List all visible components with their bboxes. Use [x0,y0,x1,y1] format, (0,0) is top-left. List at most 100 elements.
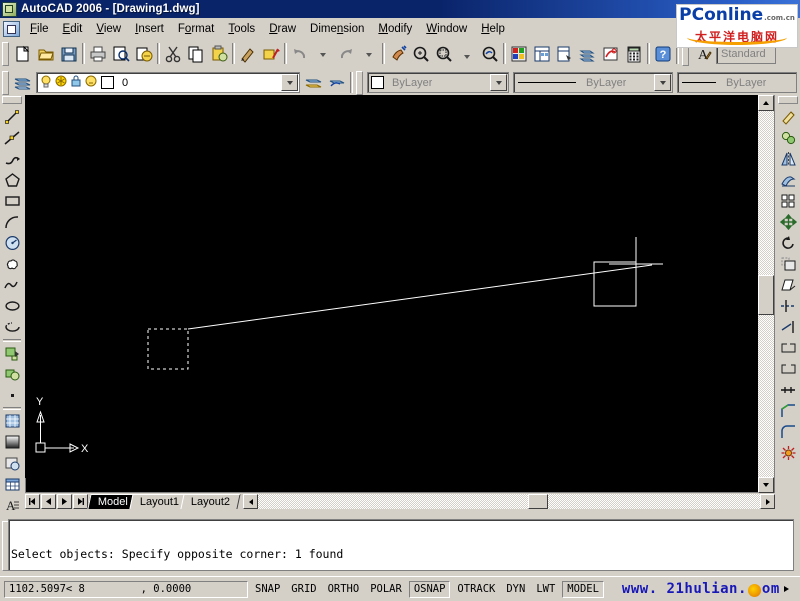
menu-format[interactable]: Format [171,21,221,37]
publish-button[interactable] [132,42,155,65]
next-tab-button[interactable] [57,494,72,509]
save-button[interactable] [57,42,80,65]
layer-previous-button[interactable] [302,71,325,94]
offset-tool[interactable] [777,169,799,190]
chamfer-tool[interactable] [777,400,799,421]
redo-button[interactable] [334,42,357,65]
help-button[interactable]: ? [651,42,674,65]
tool-palettes-button[interactable] [553,42,576,65]
command-history[interactable]: Select objects: Specify opposite corner:… [8,519,794,571]
hscroll-track[interactable] [258,494,760,509]
rotate-tool[interactable] [777,232,799,253]
multiline-text-tool[interactable]: A [1,494,23,515]
last-tab-button[interactable] [73,494,88,509]
otrack-toggle[interactable]: OTRACK [453,581,499,598]
ortho-toggle[interactable]: ORTHO [324,581,364,598]
document-control-icon[interactable] [3,20,20,37]
insert-block-tool[interactable] [1,342,23,363]
arc-tool[interactable] [1,211,23,232]
linetype-control-combo[interactable]: ByLayer [513,72,673,93]
construction-line-tool[interactable] [1,127,23,148]
copy-button[interactable] [184,42,207,65]
qnew-button[interactable] [11,42,34,65]
hscroll-left-button[interactable] [243,494,259,509]
rectangle-tool[interactable] [1,190,23,211]
zoom-realtime-button[interactable] [409,42,432,65]
polygon-tool[interactable] [1,169,23,190]
block-editor-button[interactable] [259,42,282,65]
layer-toolbar-grip[interactable] [2,70,9,95]
cut-button[interactable] [161,42,184,65]
spline-tool[interactable] [1,274,23,295]
dyn-toggle[interactable]: DYN [502,581,529,598]
designcenter-button[interactable] [530,42,553,65]
layer-properties-manager-button[interactable] [11,71,34,94]
region-tool[interactable] [1,452,23,473]
fillet-tool[interactable] [777,421,799,442]
grid-toggle[interactable]: GRID [287,581,320,598]
plot-preview-button[interactable] [109,42,132,65]
layer-combo-arrow[interactable] [281,74,298,91]
tab-layout2[interactable]: Layout2 [180,494,241,509]
layer-on-icon[interactable] [39,74,53,91]
menu-file[interactable]: File [23,21,56,37]
array-tool[interactable] [777,190,799,211]
lineweight-control-combo[interactable]: ByLayer [677,72,797,93]
lwt-toggle[interactable]: LWT [532,581,559,598]
revision-cloud-tool[interactable] [1,253,23,274]
sheet-set-manager-button[interactable] [576,42,599,65]
paste-button[interactable] [207,42,230,65]
draw-toolbar-grip[interactable] [2,96,22,104]
layer-freeze-icon[interactable] [54,74,68,91]
prev-tab-button[interactable] [41,494,56,509]
color-control-combo[interactable]: ByLayer [367,72,509,93]
plot-button[interactable] [86,42,109,65]
menu-draw[interactable]: Draw [262,21,303,37]
menu-insert[interactable]: Insert [128,21,171,37]
properties-toolbar-grip[interactable] [356,70,363,95]
ellipse-tool[interactable] [1,295,23,316]
scroll-down-button[interactable] [758,477,774,493]
model-paper-toggle[interactable]: MODEL [562,580,604,598]
drawing-canvas[interactable]: X Y [25,95,760,478]
toolbar-grip[interactable] [2,41,9,66]
open-button[interactable] [34,42,57,65]
snap-toggle[interactable]: SNAP [251,581,284,598]
polar-toggle[interactable]: POLAR [366,581,406,598]
gradient-tool[interactable] [1,431,23,452]
menu-help[interactable]: Help [474,21,512,37]
hatch-tool[interactable] [1,410,23,431]
explode-tool[interactable] [777,442,799,463]
zoom-window-button[interactable] [432,42,455,65]
ellipse-arc-tool[interactable] [1,316,23,337]
table-tool[interactable] [1,473,23,494]
circle-tool[interactable] [1,232,23,253]
quickcalc-button[interactable] [622,42,645,65]
properties-button[interactable] [507,42,530,65]
drawing-vertical-scrollbar[interactable] [758,95,774,493]
pan-realtime-button[interactable] [386,42,409,65]
hscroll-right-button[interactable] [760,494,775,509]
menu-tools[interactable]: Tools [221,21,262,37]
menu-modify[interactable]: Modify [371,21,419,37]
match-properties-button[interactable] [236,42,259,65]
layer-control-combo[interactable]: 0 [36,72,300,93]
layer-lock-icon[interactable] [69,74,83,91]
zoom-window-dropdown[interactable] [455,42,478,65]
menu-window[interactable]: Window [419,21,474,37]
osnap-toggle[interactable]: OSNAP [408,580,451,598]
zoom-previous-button[interactable] [478,42,501,65]
mirror-tool[interactable] [777,148,799,169]
redo-dropdown[interactable] [357,42,380,65]
break-at-point-tool[interactable] [777,337,799,358]
move-tool[interactable] [777,211,799,232]
coordinate-display[interactable]: 1102.5097< 8 , 0.0000 [4,580,248,598]
make-block-tool[interactable] [1,363,23,384]
line-tool[interactable] [1,106,23,127]
scroll-up-button[interactable] [758,95,774,111]
undo-dropdown[interactable] [311,42,334,65]
menu-dimension[interactable]: Dimension [303,21,371,37]
trim-tool[interactable] [777,295,799,316]
drawing-horizontal-scrollbar[interactable] [243,494,775,509]
erase-tool[interactable] [777,106,799,127]
